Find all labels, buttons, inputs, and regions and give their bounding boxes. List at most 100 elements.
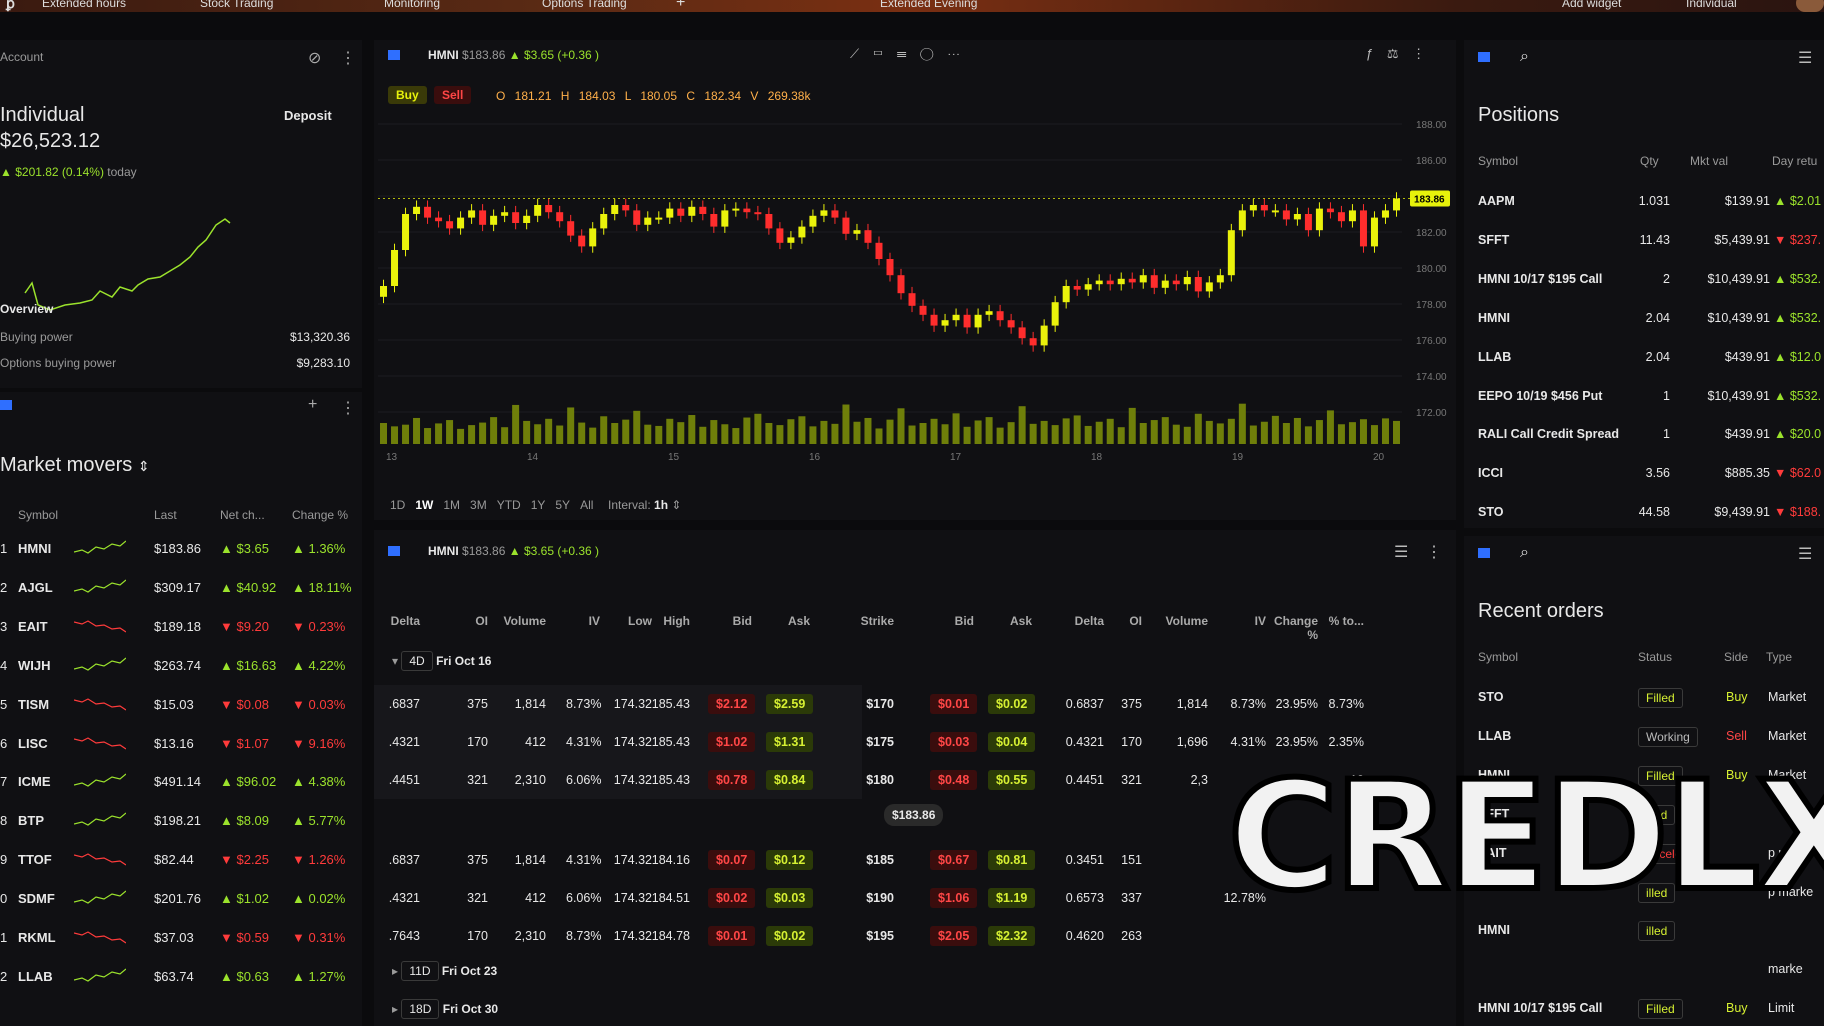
bid-price[interactable]: $0.02 [708, 888, 756, 908]
bid-price[interactable]: $2.12 [708, 694, 756, 714]
more-icon[interactable]: ⋮ [340, 48, 356, 68]
options-col-header[interactable]: Delta [1054, 614, 1104, 628]
ask-price[interactable]: $0.02 [766, 926, 814, 946]
add-icon[interactable]: + [308, 396, 317, 414]
options-col-header[interactable]: Ask [988, 614, 1032, 628]
option-cell[interactable]: $1.02 [708, 732, 756, 752]
col-mkt-val[interactable]: Mkt val [1690, 154, 1728, 168]
bid-price[interactable]: $2.05 [930, 926, 978, 946]
options-col-header[interactable]: Bid [708, 614, 752, 628]
options-col-header[interactable]: OI [1112, 614, 1142, 628]
list-item[interactable]: 1 HMNI $183.86 ▲ $3.65 ▲ 1.36% [0, 538, 362, 560]
col-net-change[interactable]: Net ch... [220, 508, 265, 522]
options-col-header[interactable]: Change % [1266, 614, 1318, 642]
option-cell[interactable]: $0.01 [930, 694, 978, 714]
options-col-header[interactable]: High [644, 614, 690, 628]
interval-selector[interactable]: Interval: 1h ⇕ [608, 498, 681, 512]
range-tab[interactable]: 1W [415, 498, 433, 512]
list-item[interactable]: 8 BTP $198.21 ▲ $8.09 ▲ 5.77% [0, 810, 362, 832]
ask-price[interactable]: $0.03 [766, 888, 814, 908]
option-cell[interactable]: $0.55 [988, 770, 1036, 790]
option-row[interactable]: .7643 170 2,310 8.73% 174.32 184.78 $0.01 $0.02… [374, 926, 1456, 948]
list-item[interactable]: 0 SDMF $201.76 ▲ $1.02 ▲ 0.02% [0, 888, 362, 910]
link-color-icon[interactable] [0, 400, 12, 410]
expiry-row-3[interactable]: ▸ 18D Fri Oct 30 [392, 999, 498, 1019]
search-icon[interactable]: ⌕ [1520, 48, 1529, 66]
table-row[interactable]: RALI Call Credit Spread 1 $439.91 ▲ $20.0 [1464, 427, 1824, 445]
range-tab[interactable]: 3M [470, 498, 487, 512]
table-row[interactable]: HMNI 10/17 $195 Call 2 $10,439.91 ▲ $532. [1464, 272, 1824, 290]
table-row[interactable]: HMNI 2.04 $10,439.91 ▲ $532. [1464, 311, 1824, 329]
range-tab[interactable]: 1M [443, 498, 460, 512]
range-tab[interactable]: 5Y [555, 498, 570, 512]
table-row[interactable]: LLAB Working Sell Market [1464, 726, 1824, 749]
col-day-return[interactable]: Day retu [1772, 154, 1817, 168]
bid-price[interactable]: $0.48 [930, 770, 978, 790]
option-cell[interactable]: $1.31 [766, 732, 814, 752]
col-symbol[interactable]: Symbol [1478, 650, 1518, 664]
option-cell[interactable]: $1.19 [988, 888, 1036, 908]
table-row[interactable]: marke [1464, 962, 1824, 982]
option-cell[interactable]: $2.12 [708, 694, 756, 714]
option-cell[interactable]: $1.06 [930, 888, 978, 908]
table-row[interactable]: EEPO 10/19 $456 Put 1 $10,439.91 ▲ $532. [1464, 389, 1824, 407]
options-col-header[interactable]: Volume [1148, 614, 1208, 628]
account-selector[interactable]: Individual [1686, 0, 1737, 10]
option-cell[interactable]: $0.84 [766, 770, 814, 790]
list-item[interactable]: 2 LLAB $63.74 ▲ $0.63 ▲ 1.27% [0, 966, 362, 988]
option-row[interactable]: .6837 375 1,814 8.73% 174.32 185.43 $2.12 $2.59… [374, 685, 1456, 723]
option-cell[interactable]: $0.02 [766, 926, 814, 946]
list-item[interactable]: 9 TTOF $82.44 ▼ $2.25 ▼ 1.26% [0, 849, 362, 871]
table-row[interactable]: AAPM 1.031 $139.91 ▲ $2.01 [1464, 194, 1824, 212]
drawing-tools[interactable]: ⟋ ▭ ☰ ◯ ⋯ [850, 46, 960, 62]
ask-price[interactable]: $0.84 [766, 770, 814, 790]
option-cell[interactable]: $0.07 [708, 850, 756, 870]
bid-price[interactable]: $0.07 [708, 850, 756, 870]
tab-options-trading[interactable]: Options Trading [542, 0, 627, 10]
tab-monitoring[interactable]: Monitoring [384, 0, 440, 10]
bid-price[interactable]: $0.01 [930, 694, 978, 714]
table-row[interactable]: ICCI 3.56 $885.35 ▼ $62.0 [1464, 466, 1824, 484]
bid-price[interactable]: $0.78 [708, 770, 756, 790]
options-col-header[interactable]: Strike [844, 614, 894, 628]
filter-icon[interactable]: ☰ [1394, 542, 1408, 562]
more-icon[interactable]: ⋮ [1426, 542, 1442, 562]
col-type[interactable]: Type [1766, 650, 1792, 664]
option-cell[interactable]: $0.48 [930, 770, 978, 790]
search-icon[interactable]: ⌕ [1520, 544, 1529, 562]
list-item[interactable]: 2 AJGL $309.17 ▲ $40.92 ▲ 18.11% [0, 577, 362, 599]
link-color-icon[interactable] [1478, 52, 1490, 62]
range-tab[interactable]: YTD [497, 498, 521, 512]
ask-price[interactable]: $0.55 [988, 770, 1036, 790]
avatar[interactable] [1796, 0, 1824, 12]
options-col-header[interactable]: OI [458, 614, 488, 628]
col-last[interactable]: Last [154, 508, 177, 522]
option-cell[interactable]: $0.02 [988, 694, 1036, 714]
option-cell[interactable]: $0.81 [988, 850, 1036, 870]
tab-extended-hours[interactable]: Extended hours [42, 0, 126, 10]
options-col-header[interactable]: Volume [486, 614, 546, 628]
ask-price[interactable]: $0.02 [988, 694, 1036, 714]
link-color-icon[interactable] [1478, 548, 1490, 558]
option-cell[interactable]: $0.01 [708, 926, 756, 946]
ask-price[interactable]: $0.81 [988, 850, 1036, 870]
table-row[interactable]: HMNI 10/17 $195 Call Filled Buy Limit [1464, 999, 1824, 1021]
col-symbol[interactable]: Symbol [18, 508, 58, 522]
list-item[interactable]: 6 LISC $13.16 ▼ $1.07 ▼ 9.16% [0, 733, 362, 755]
table-row[interactable]: SFFT 11.43 $5,439.91 ▼ $237. [1464, 233, 1824, 251]
option-cell[interactable]: $0.78 [708, 770, 756, 790]
range-tab[interactable]: 1D [390, 498, 405, 512]
bid-price[interactable]: $1.02 [708, 732, 756, 752]
option-cell[interactable]: $0.04 [988, 732, 1036, 752]
expiry-row-2[interactable]: ▸ 11D Fri Oct 23 [392, 961, 497, 981]
option-cell[interactable]: $2.59 [766, 694, 814, 714]
ask-price[interactable]: $2.59 [766, 694, 814, 714]
list-item[interactable]: 7 ICME $491.14 ▲ $96.02 ▲ 4.38% [0, 771, 362, 793]
list-item[interactable]: 4 WIJH $263.74 ▲ $16.63 ▲ 4.22% [0, 655, 362, 677]
option-cell[interactable]: $2.05 [930, 926, 978, 946]
range-tab[interactable]: All [580, 498, 593, 512]
options-col-header[interactable]: Ask [766, 614, 810, 628]
bid-price[interactable]: $1.06 [930, 888, 978, 908]
ask-price[interactable]: $1.19 [988, 888, 1036, 908]
ask-price[interactable]: $2.32 [988, 926, 1036, 946]
